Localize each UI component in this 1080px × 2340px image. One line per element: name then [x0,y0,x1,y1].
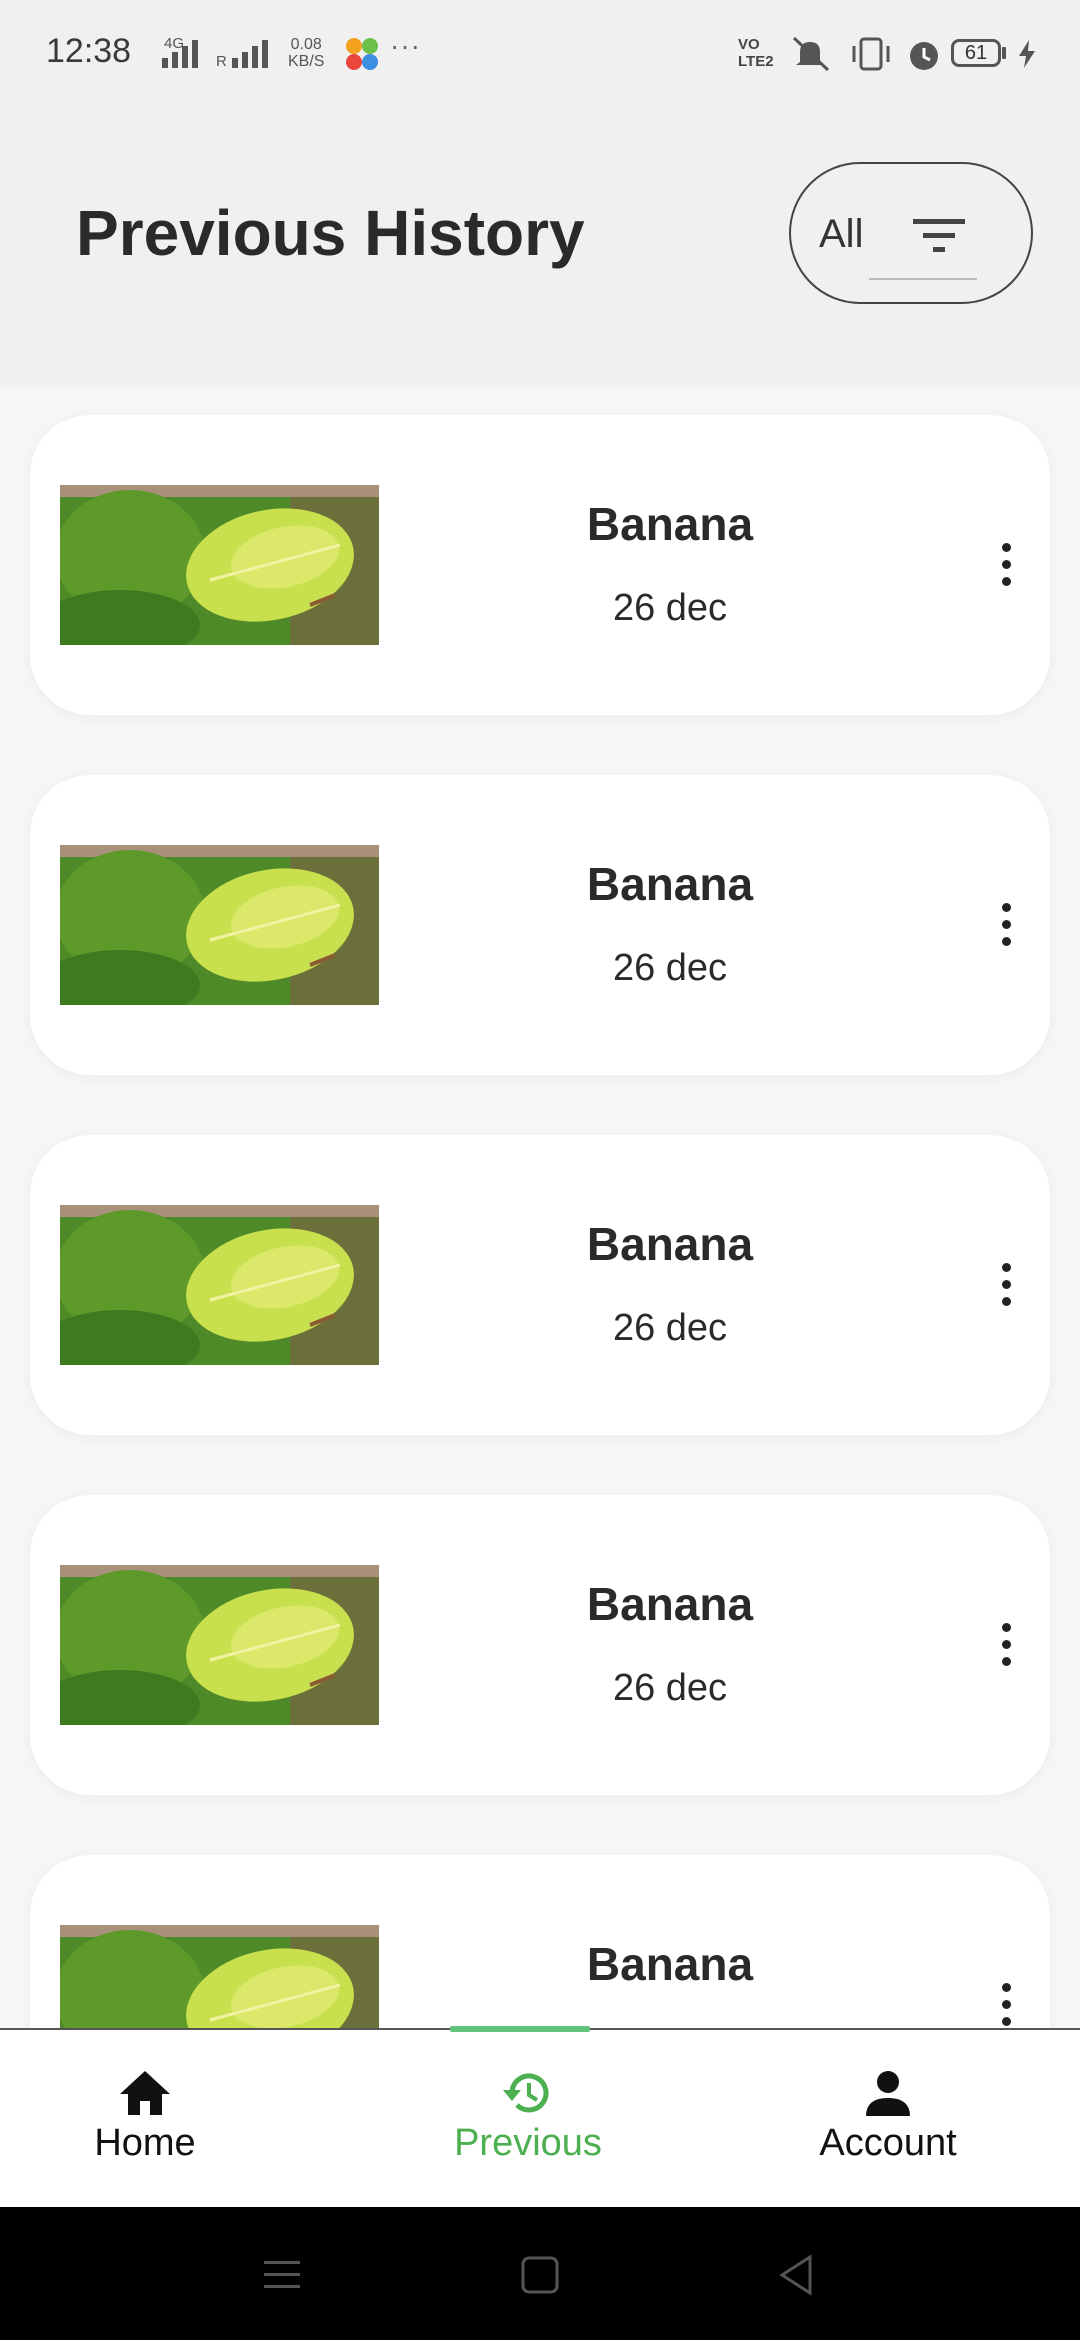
speed-unit: KB/S [288,53,325,70]
volte-line2: LTE2 [738,53,774,70]
history-card[interactable]: Banana 26 dec [30,415,1050,715]
nav-previous-label: Previous [454,2122,602,2164]
nav-home-label: Home [94,2122,196,2164]
history-icon [503,2073,549,2113]
leaf-thumbnail [60,1565,379,1725]
volte-indicator: VO LTE2 [738,36,774,70]
nav-account-label: Account [819,2122,957,2164]
back-icon[interactable] [776,2253,816,2297]
roaming-label: R [216,53,227,70]
vibrate-icon [852,37,890,71]
person-icon [866,2071,910,2116]
plant-name: Banana [586,1938,754,1990]
status-time: 12:38 [46,32,132,70]
signal-icon [162,40,198,68]
status-bar: 12:38 4G R 0.08 KB/S ··· VO LTE2 61 [0,0,1080,100]
leaf-thumbnail [60,845,379,1005]
charging-icon [1019,40,1035,68]
battery-indicator: 61 [951,39,1001,67]
plant-name: Banana [586,1578,754,1630]
header: Previous History All [0,100,1080,385]
more-options-icon[interactable] [996,543,1016,589]
nav-account[interactable]: Account [768,2068,1008,2165]
plant-name: Banana [586,858,754,910]
history-list: Banana 26 dec Banana 26 dec Banana 26 de… [0,385,1080,2028]
volte-line1: VO [738,36,760,53]
alarm-icon [910,42,938,70]
battery-tip [1002,47,1006,59]
home-button-icon[interactable] [520,2255,560,2295]
page-title: Previous History [76,197,585,269]
filter-button[interactable]: All [789,162,1033,304]
more-options-icon[interactable] [996,1983,1016,2028]
leaf-thumbnail [60,1925,379,2028]
plant-name: Banana [586,1218,754,1270]
network-speed: 0.08 KB/S [288,36,324,70]
home-icon [120,2071,170,2115]
more-options-icon[interactable] [996,1263,1016,1309]
filter-underline [869,278,977,280]
leaf-thumbnail [60,485,379,645]
scan-date: 26 dec [612,1667,728,1709]
history-card[interactable]: Banana 26 dec [30,1495,1050,1795]
nav-previous[interactable]: Previous [408,2068,648,2165]
history-card[interactable]: Banana 26 dec [30,775,1050,1075]
filter-label: All [819,212,864,256]
speed-value: 0.08 [290,36,322,53]
leaf-thumbnail [60,1205,379,1365]
nav-home[interactable]: Home [25,2068,265,2165]
bottom-navigation: Home Previous Account [0,2026,1080,2207]
history-card[interactable]: Banana [30,1855,1050,2028]
scan-date: 26 dec [612,587,728,629]
menu-icon[interactable] [262,2257,302,2293]
plant-name: Banana [586,498,754,550]
app-notification-icon [346,38,378,70]
more-options-icon[interactable] [996,903,1016,949]
system-navigation-bar [0,2207,1080,2340]
signal-icon-2 [232,40,268,68]
active-tab-indicator [450,2026,590,2032]
more-notifications: ··· [390,30,421,61]
scan-date: 26 dec [612,1307,728,1349]
more-options-icon[interactable] [996,1623,1016,1669]
mute-icon [792,36,830,72]
filter-icon [913,219,965,252]
scan-date: 26 dec [612,947,728,989]
history-card[interactable]: Banana 26 dec [30,1135,1050,1435]
